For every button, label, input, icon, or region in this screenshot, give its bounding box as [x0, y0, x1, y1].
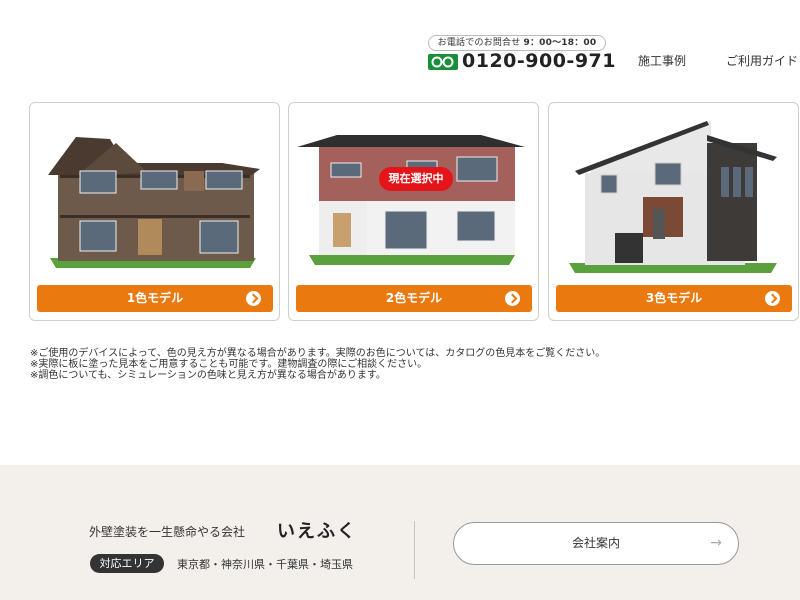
freedial-icon	[428, 54, 458, 70]
phone-hours-time: 9：00〜18：00	[523, 38, 597, 48]
model-3-label: 3色モデル	[645, 291, 703, 305]
color-notes: ※ご使用のデバイスによって、色の見え方が異なる場合があります。実際のお色について…	[30, 348, 605, 381]
selected-badge: 現在選択中	[379, 167, 453, 191]
chevron-right-icon	[505, 291, 520, 306]
phone-number[interactable]: 0120-900-971	[462, 50, 616, 72]
house-1-color-image	[48, 137, 260, 268]
phone-hours-label: お電話でのお問合せ	[437, 38, 521, 48]
house-3-color-image	[569, 121, 777, 273]
house-2-color-image	[297, 135, 525, 265]
company-info-button[interactable]: 会社案内 →	[453, 522, 739, 565]
phone-hours: お電話でのお問合せ 9：00〜18：00	[428, 35, 606, 51]
footer: 外壁塗装を一生懸命やる会社 いえふく 対応エリア 東京都・神奈川県・千葉県・埼玉…	[0, 465, 800, 600]
model-card-2[interactable]: 現在選択中 2色モデル	[288, 102, 539, 321]
model-card-3[interactable]: 3色モデル	[548, 102, 799, 321]
model-1-label: 1色モデル	[126, 291, 184, 305]
chevron-right-icon	[246, 291, 261, 306]
footer-divider	[414, 521, 415, 579]
company-info-label: 会社案内	[571, 536, 620, 550]
note-line: ※ご使用のデバイスによって、色の見え方が異なる場合があります。実際のお色について…	[30, 348, 606, 359]
company-tagline: 外壁塗装を一生懸命やる会社	[89, 525, 246, 539]
model-2-label: 2色モデル	[385, 291, 443, 305]
service-area-list: 東京都・神奈川県・千葉県・埼玉県	[177, 558, 353, 571]
model-3-button[interactable]: 3色モデル	[556, 285, 792, 312]
note-line: ※実際に板に塗った見本をご用意することも可能です。建物調査の際にご相談ください。	[30, 359, 428, 370]
model-2-button[interactable]: 2色モデル	[296, 285, 532, 312]
brand-name[interactable]: いえふく	[277, 517, 357, 543]
arrow-right-icon: →	[710, 535, 722, 551]
model-1-button[interactable]: 1色モデル	[37, 285, 273, 312]
model-card-1[interactable]: 1色モデル	[29, 102, 280, 321]
nav-case-studies[interactable]: 施工事例	[638, 52, 686, 69]
service-area-badge: 対応エリア	[90, 554, 164, 573]
chevron-right-icon	[765, 291, 780, 306]
note-line: ※調色についても、シミュレーションの色味と見え方が異なる場合があります。	[30, 370, 386, 381]
nav-user-guide[interactable]: ご利用ガイド	[726, 52, 798, 69]
